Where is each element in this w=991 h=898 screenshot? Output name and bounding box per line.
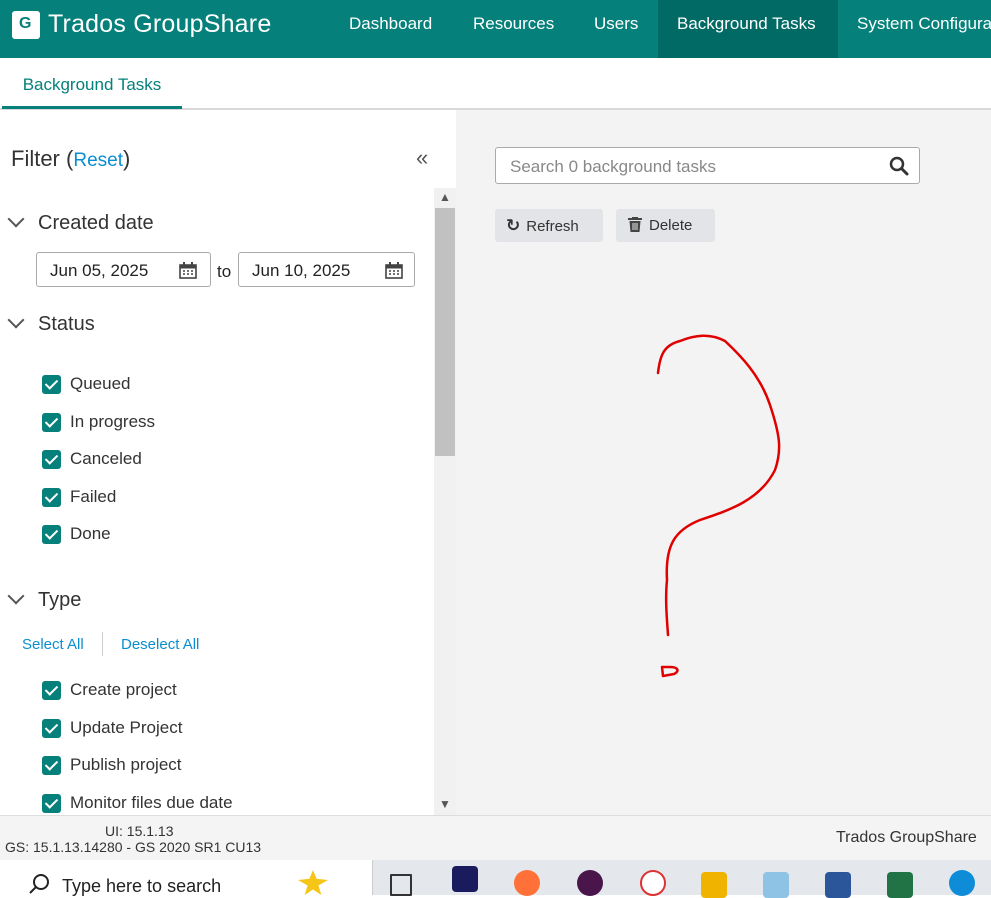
firefox-icon[interactable] xyxy=(514,870,540,896)
edge-icon[interactable] xyxy=(949,870,975,896)
status-checkbox-done[interactable]: Done xyxy=(42,524,111,544)
search-icon xyxy=(29,874,49,894)
checkbox-checked-icon[interactable] xyxy=(42,793,61,813)
status-checkbox-failed[interactable]: Failed xyxy=(42,487,116,507)
divider xyxy=(102,632,103,656)
task-view-icon[interactable] xyxy=(390,874,412,896)
status-checkbox-queued[interactable]: Queued xyxy=(42,374,131,394)
calendar-icon[interactable] xyxy=(179,262,197,279)
search-input[interactable] xyxy=(508,156,872,178)
logo-icon: G xyxy=(12,10,40,39)
app-s-icon[interactable] xyxy=(452,866,478,892)
refresh-icon: ↻ xyxy=(506,216,521,235)
slack-icon[interactable] xyxy=(577,870,603,896)
filter-heading: Filter (Reset) xyxy=(11,146,131,171)
nav-resources[interactable]: Resources xyxy=(473,0,554,58)
checkbox-checked-icon[interactable] xyxy=(42,374,61,394)
delete-button[interactable]: Delete xyxy=(616,209,715,242)
top-navbar: G Trados GroupShare Dashboard Resources … xyxy=(0,0,991,58)
search-highlight-icon xyxy=(298,870,328,895)
nav-users[interactable]: Users xyxy=(594,0,638,58)
select-all-link[interactable]: Select All xyxy=(22,636,84,653)
nav-dashboard[interactable]: Dashboard xyxy=(349,0,432,58)
hand-drawn-question-mark xyxy=(656,334,781,678)
type-checkbox-monitor-files[interactable]: Monitor files due date xyxy=(42,793,233,813)
date-to-label: to xyxy=(217,262,232,281)
trash-icon xyxy=(628,217,642,232)
search-icon[interactable] xyxy=(889,156,909,176)
tab-background-tasks[interactable]: Background Tasks xyxy=(2,58,182,109)
status-checkbox-canceled[interactable]: Canceled xyxy=(42,449,142,469)
gs-version: GS: 15.1.13.14280 - GS 2020 SR1 CU13 xyxy=(5,839,262,855)
chevron-down-icon xyxy=(7,210,25,228)
checkbox-checked-icon[interactable] xyxy=(42,718,61,738)
section-created-date[interactable]: Created date xyxy=(7,210,154,235)
search-box[interactable] xyxy=(495,147,920,184)
checkbox-checked-icon[interactable] xyxy=(42,524,61,544)
app-title: Trados GroupShare xyxy=(48,10,272,38)
app-icon[interactable] xyxy=(640,870,666,896)
taskbar-search[interactable]: Type here to search xyxy=(0,860,373,896)
scroll-up-icon[interactable]: ▲ xyxy=(439,190,451,204)
scroll-down-icon[interactable]: ▼ xyxy=(439,797,451,811)
checkbox-checked-icon[interactable] xyxy=(42,755,61,775)
taskbar-search-placeholder: Type here to search xyxy=(62,876,222,896)
status-checkbox-in-progress[interactable]: In progress xyxy=(42,412,155,432)
sub-tabs: Background Tasks xyxy=(0,58,991,110)
checkbox-checked-icon[interactable] xyxy=(42,449,61,469)
windows-taskbar: Type here to search xyxy=(0,860,991,898)
date-from-input[interactable]: Jun 05, 2025 xyxy=(36,252,211,287)
reset-link[interactable]: Reset xyxy=(73,150,123,171)
calendar-icon[interactable] xyxy=(385,262,403,279)
scrollbar-thumb[interactable] xyxy=(435,208,455,456)
nav-system-configuration[interactable]: System Configura xyxy=(857,0,991,58)
footer-brand: Trados GroupShare xyxy=(836,829,977,846)
date-to-input[interactable]: Jun 10, 2025 xyxy=(238,252,415,287)
checkbox-checked-icon[interactable] xyxy=(42,680,61,700)
nav-background-tasks[interactable]: Background Tasks xyxy=(658,0,838,58)
file-explorer-icon[interactable] xyxy=(701,872,727,898)
refresh-button[interactable]: ↻ Refresh xyxy=(495,209,603,242)
type-checkbox-create-project[interactable]: Create project xyxy=(42,680,177,700)
type-checkbox-update-project[interactable]: Update Project xyxy=(42,718,182,738)
checkbox-checked-icon[interactable] xyxy=(42,412,61,432)
notes-icon[interactable] xyxy=(763,872,789,898)
deselect-all-link[interactable]: Deselect All xyxy=(121,636,199,653)
ui-version: UI: 15.1.13 xyxy=(105,823,174,839)
section-type[interactable]: Type xyxy=(7,587,81,612)
app-logo[interactable]: G Trados GroupShare xyxy=(12,10,271,39)
chevron-down-icon xyxy=(7,311,25,329)
collapse-panel-icon[interactable]: « xyxy=(416,145,428,171)
filter-scrollbar[interactable]: ▲ ▼ xyxy=(434,188,456,815)
chevron-down-icon xyxy=(7,587,25,605)
word-icon[interactable] xyxy=(825,872,851,898)
section-status[interactable]: Status xyxy=(7,311,95,336)
type-checkbox-publish-project[interactable]: Publish project xyxy=(42,755,182,775)
checkbox-checked-icon[interactable] xyxy=(42,487,61,507)
excel-icon[interactable] xyxy=(887,872,913,898)
footer-bar: UI: 15.1.13 GS: 15.1.13.14280 - GS 2020 … xyxy=(0,815,991,861)
